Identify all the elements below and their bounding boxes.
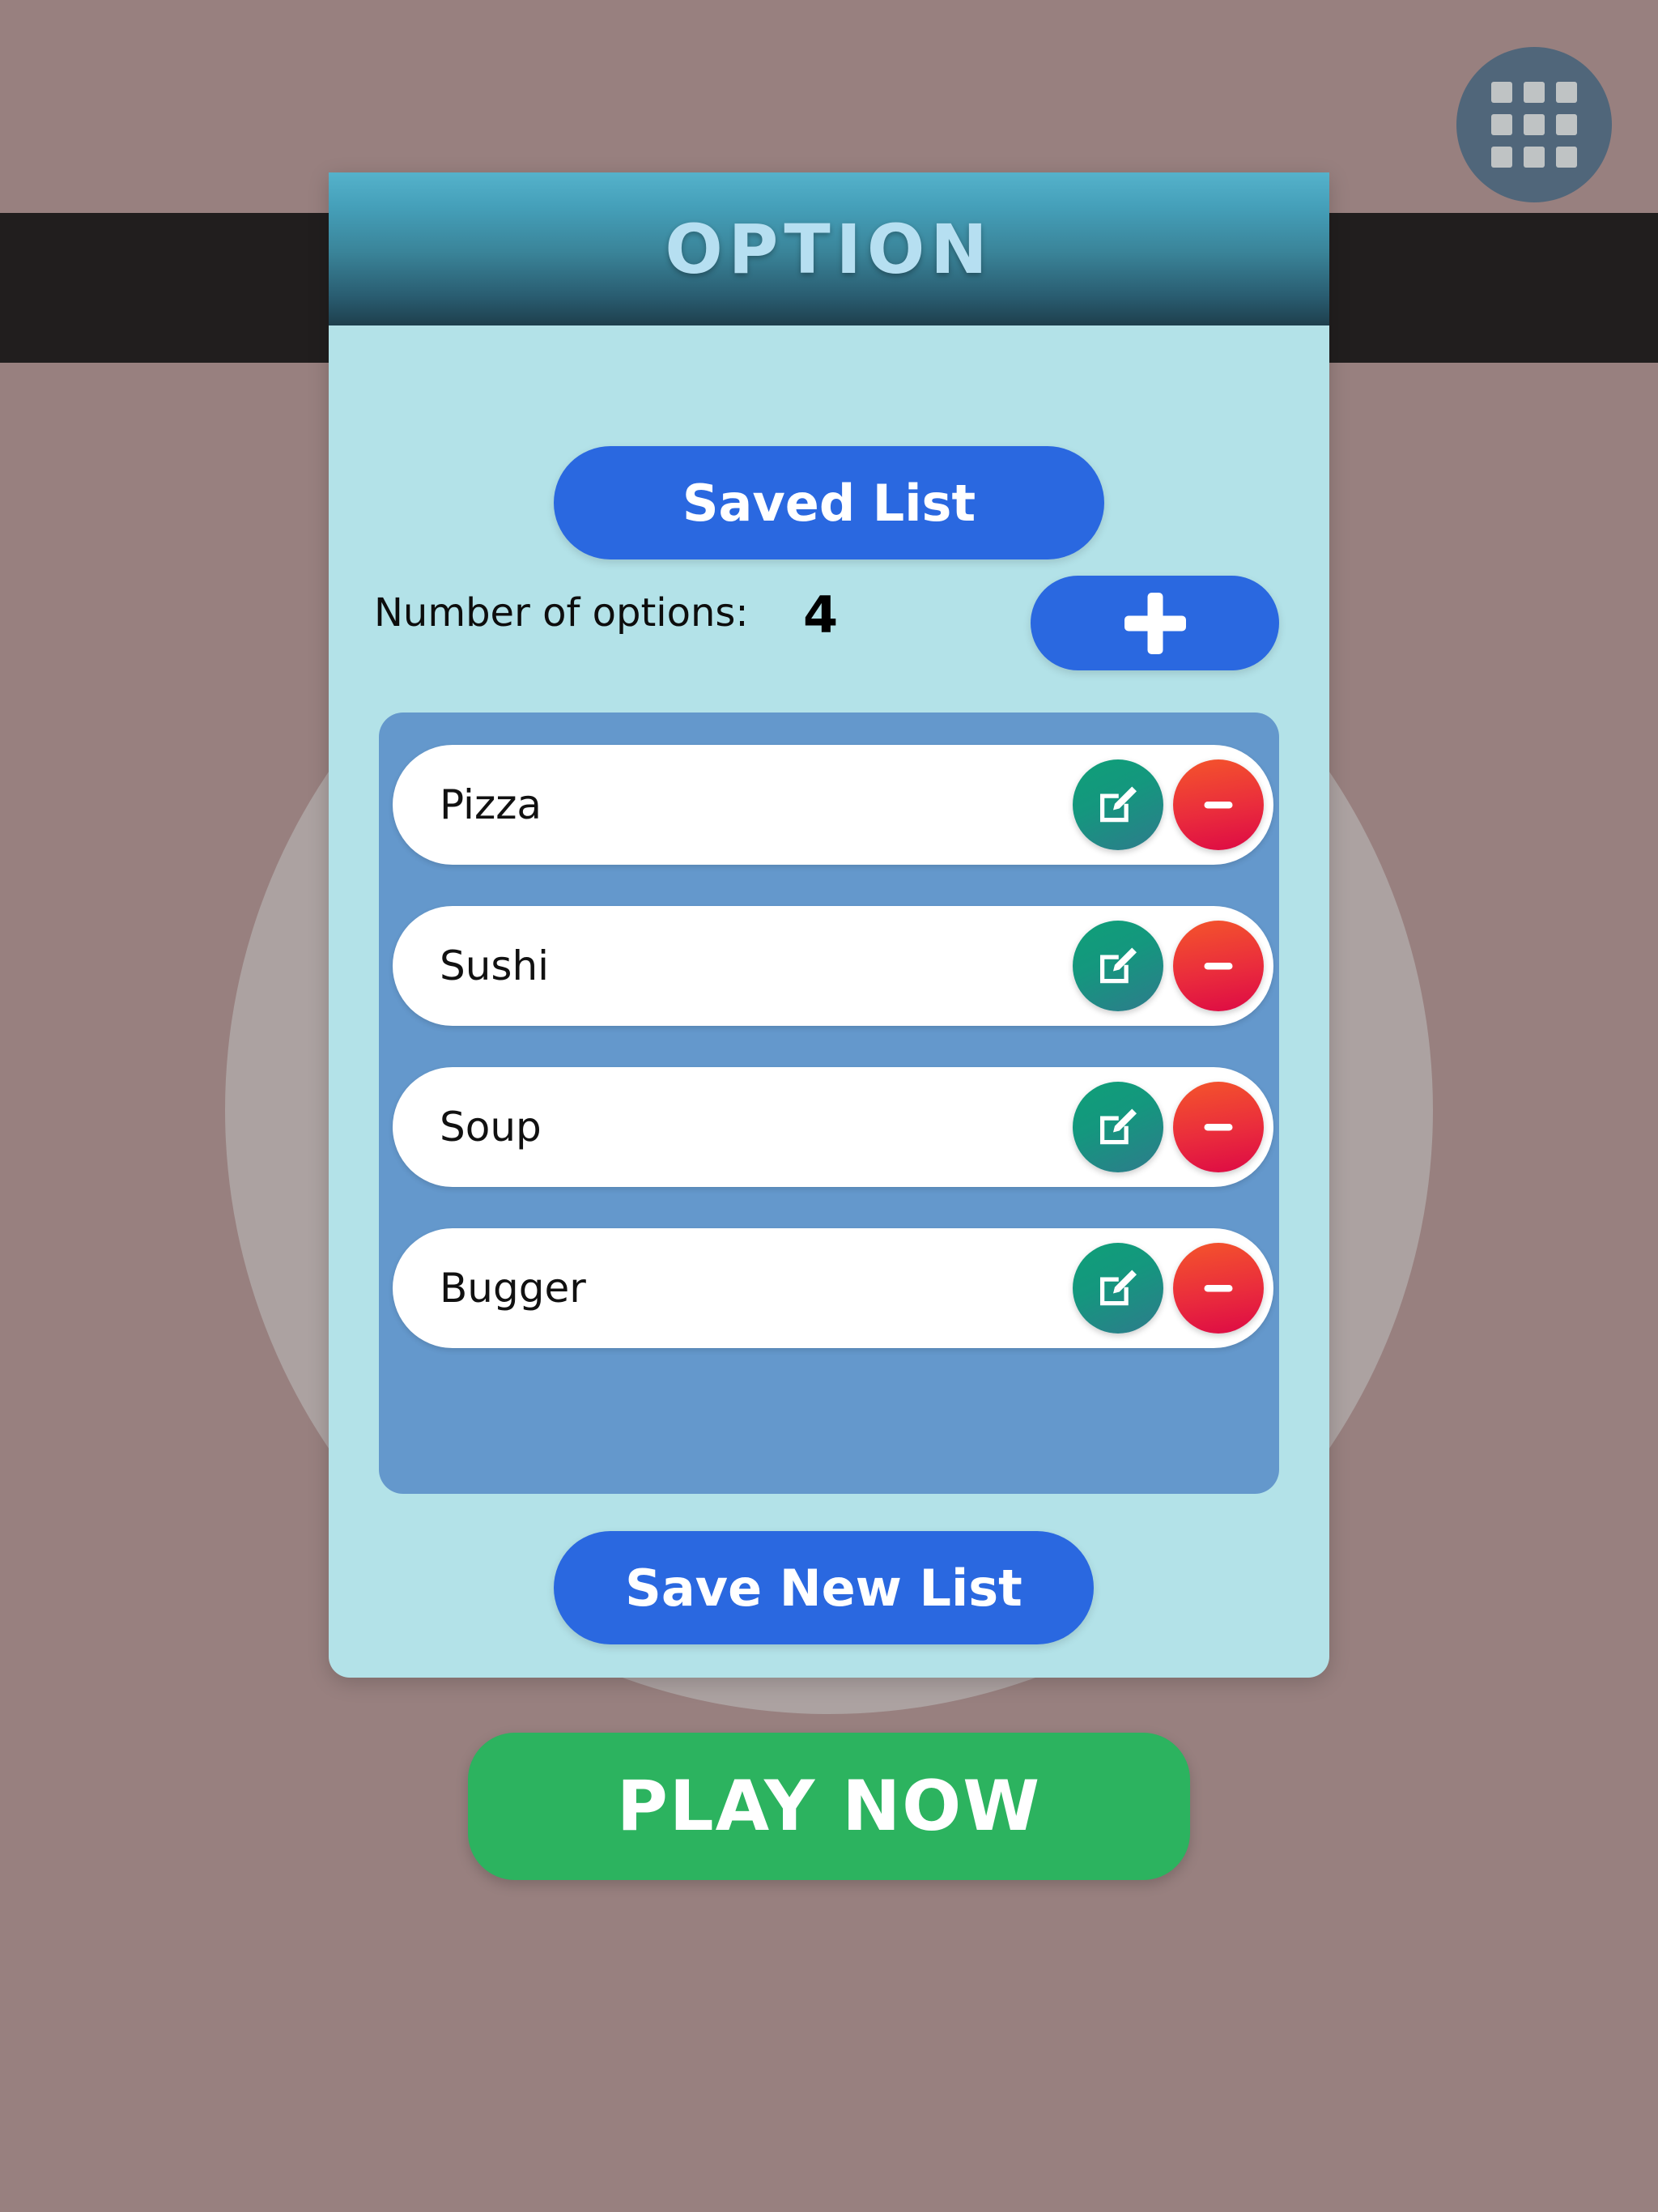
delete-option-button[interactable] <box>1173 921 1264 1011</box>
options-count-value: 4 <box>803 585 839 644</box>
app-grid-button[interactable] <box>1456 47 1612 202</box>
edit-option-button[interactable] <box>1073 921 1163 1011</box>
options-counter-row: Number of options: 4 <box>329 568 1329 673</box>
edit-pencil-icon <box>1100 947 1137 984</box>
delete-option-button[interactable] <box>1173 1082 1264 1172</box>
minus-circle-icon <box>1204 802 1233 809</box>
edit-pencil-icon <box>1100 786 1137 823</box>
edit-option-button[interactable] <box>1073 1082 1163 1172</box>
save-new-list-button[interactable]: Save New List <box>554 1531 1094 1644</box>
dialog-header: OPTION <box>329 172 1329 325</box>
minus-circle-icon <box>1204 1285 1233 1292</box>
delete-option-button[interactable] <box>1173 1243 1264 1334</box>
list-item[interactable]: Soup <box>393 1067 1273 1187</box>
minus-circle-icon <box>1204 963 1233 970</box>
option-label: Soup <box>440 1104 542 1151</box>
row-actions <box>1073 1082 1264 1172</box>
option-label: Sushi <box>440 942 550 989</box>
saved-list-button[interactable]: Saved List <box>554 446 1104 559</box>
plus-icon <box>1124 593 1186 654</box>
edit-option-button[interactable] <box>1073 759 1163 850</box>
dialog-title: OPTION <box>665 209 993 289</box>
option-label: Pizza <box>440 781 542 828</box>
edit-pencil-icon <box>1100 1270 1137 1306</box>
edit-option-button[interactable] <box>1073 1243 1163 1334</box>
play-now-button[interactable]: PLAY NOW <box>468 1733 1190 1880</box>
row-actions <box>1073 921 1264 1011</box>
minus-circle-icon <box>1204 1124 1233 1131</box>
options-count-label: Number of options: <box>374 590 749 636</box>
edit-pencil-icon <box>1100 1108 1137 1145</box>
row-actions <box>1073 1243 1264 1334</box>
list-item[interactable]: Sushi <box>393 906 1273 1026</box>
delete-option-button[interactable] <box>1173 759 1264 850</box>
row-actions <box>1073 759 1264 850</box>
grid-apps-icon <box>1491 82 1577 168</box>
app-screen: OPTION Saved List Number of options: 4 P… <box>0 0 1658 2212</box>
add-option-button[interactable] <box>1031 576 1279 670</box>
option-label: Bugger <box>440 1265 586 1312</box>
list-item[interactable]: Bugger <box>393 1228 1273 1348</box>
options-list-panel: Pizza Sushi Soup Bugger <box>379 713 1279 1494</box>
option-dialog: OPTION Saved List Number of options: 4 P… <box>329 172 1329 1678</box>
list-item[interactable]: Pizza <box>393 745 1273 865</box>
